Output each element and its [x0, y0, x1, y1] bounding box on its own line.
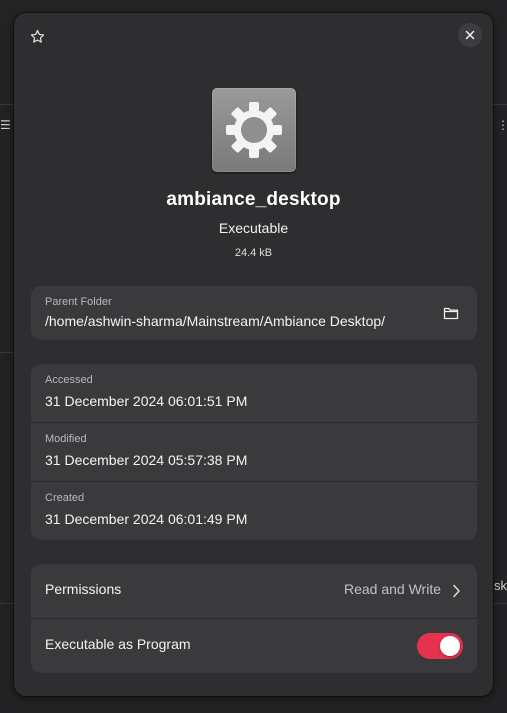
parent-folder-label: Parent Folder [45, 296, 112, 308]
close-button[interactable] [458, 23, 482, 47]
file-icon [212, 88, 296, 172]
permissions-row[interactable]: Permissions Read and Write [31, 564, 477, 618]
background-divider [493, 104, 507, 105]
background-divider [0, 352, 14, 353]
background-divider [0, 603, 14, 604]
folder-icon [443, 307, 459, 320]
parent-folder-row: Parent Folder /home/ashwin-sharma/Mainst… [31, 286, 477, 340]
star-button[interactable] [26, 25, 48, 47]
properties-dialog: ambiance_desktop Executable 24.4 kB Pare… [14, 13, 493, 696]
created-row: Created 31 December 2024 06:01:49 PM [31, 482, 477, 540]
open-folder-button[interactable] [437, 300, 465, 326]
accessed-value: 31 December 2024 06:01:51 PM [45, 393, 248, 409]
background-menu-icon: ☰ [0, 118, 11, 132]
modified-row: Modified 31 December 2024 05:57:38 PM [31, 423, 477, 481]
dates-group: Accessed 31 December 2024 06:01:51 PM Mo… [31, 364, 477, 540]
toggle-knob [440, 636, 460, 656]
executable-label: Executable as Program [45, 636, 191, 652]
gear-icon [226, 102, 282, 158]
created-label: Created [45, 492, 85, 504]
accessed-row: Accessed 31 December 2024 06:01:51 PM [31, 364, 477, 422]
created-value: 31 December 2024 06:01:49 PM [45, 511, 248, 527]
close-icon [465, 30, 475, 40]
background-more-icon: ⋮ [497, 118, 507, 132]
permissions-group: Permissions Read and Write Executable as… [31, 564, 477, 673]
modified-label: Modified [45, 433, 87, 445]
background-divider [0, 104, 14, 105]
executable-row: Executable as Program [31, 619, 477, 673]
accessed-label: Accessed [45, 374, 93, 386]
background-partial-text: sk [494, 578, 507, 593]
file-name: ambiance_desktop [166, 189, 341, 210]
executable-toggle[interactable] [417, 633, 463, 659]
background-divider [493, 603, 507, 604]
star-icon [30, 29, 44, 43]
file-type: Executable [218, 220, 289, 236]
permissions-value: Read and Write [343, 581, 441, 597]
modified-value: 31 December 2024 05:57:38 PM [45, 452, 248, 468]
permissions-label: Permissions [45, 581, 122, 597]
parent-folder-path: /home/ashwin-sharma/Mainstream/Ambiance … [45, 313, 386, 329]
chevron-right-icon [453, 584, 460, 598]
file-size: 24.4 kB [234, 247, 273, 259]
